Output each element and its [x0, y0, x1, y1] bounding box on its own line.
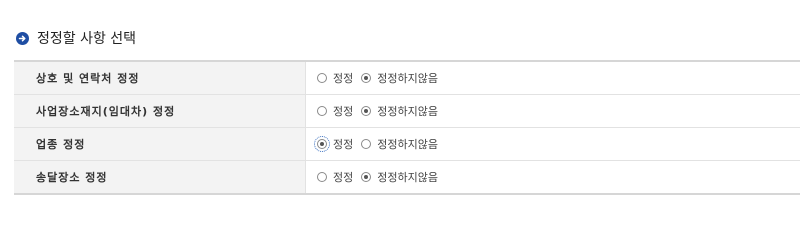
correct-radio[interactable]	[317, 172, 327, 182]
correction-selection-page: 정정할 사항 선택 상호 및 연락처 정정 정정 정정하지않음 사업장소재지(임…	[0, 0, 800, 220]
table-row-business-name-contact: 상호 및 연락처 정정 정정 정정하지않음	[14, 62, 800, 95]
option-no-correct[interactable]: 정정하지않음	[361, 70, 438, 86]
no-correct-radio[interactable]	[361, 73, 372, 83]
correction-options-table: 상호 및 연락처 정정 정정 정정하지않음 사업장소재지(임대차) 정정 정정	[14, 60, 800, 195]
option-no-correct[interactable]: 정정하지않음	[361, 103, 438, 119]
no-correct-radio[interactable]	[361, 106, 372, 116]
option-label: 정정	[333, 105, 354, 118]
radio-group: 정정 정정하지않음	[306, 95, 800, 127]
option-label: 정정	[333, 171, 354, 184]
section-title: 정정할 사항 선택	[37, 31, 137, 47]
table-row-business-type: 업종 정정 정정 정정하지않음	[14, 128, 800, 161]
option-no-correct[interactable]: 정정하지않음	[361, 136, 438, 152]
option-no-correct[interactable]: 정정하지않음	[361, 169, 438, 185]
option-correct[interactable]: 정정	[317, 169, 353, 185]
option-correct[interactable]: 정정	[317, 70, 353, 86]
correct-radio[interactable]	[314, 136, 330, 152]
option-label: 정정하지않음	[377, 138, 438, 151]
arrow-circle-icon	[16, 31, 29, 45]
option-correct[interactable]: 정정	[317, 103, 353, 119]
row-label: 업종 정정	[14, 128, 306, 160]
section-header: 정정할 사항 선택	[16, 28, 136, 48]
no-correct-radio[interactable]	[361, 172, 372, 182]
radio-group: 정정 정정하지않음	[306, 128, 800, 160]
correct-radio[interactable]	[317, 106, 327, 116]
radio-group: 정정 정정하지않음	[306, 62, 800, 94]
option-label: 정정하지않음	[377, 72, 438, 85]
table-row-delivery-location: 송달장소 정정 정정 정정하지않음	[14, 161, 800, 195]
no-correct-radio[interactable]	[361, 139, 372, 149]
option-correct[interactable]: 정정	[314, 136, 354, 152]
row-label: 상호 및 연락처 정정	[14, 62, 306, 94]
correct-radio[interactable]	[317, 73, 327, 83]
option-label: 정정하지않음	[377, 171, 438, 184]
table-row-business-location: 사업장소재지(임대차) 정정 정정 정정하지않음	[14, 95, 800, 128]
row-label: 송달장소 정정	[14, 161, 306, 193]
row-label: 사업장소재지(임대차) 정정	[14, 95, 306, 127]
option-label: 정정하지않음	[377, 105, 438, 118]
option-label: 정정	[333, 72, 354, 85]
option-label: 정정	[333, 138, 354, 151]
radio-group: 정정 정정하지않음	[306, 161, 800, 193]
